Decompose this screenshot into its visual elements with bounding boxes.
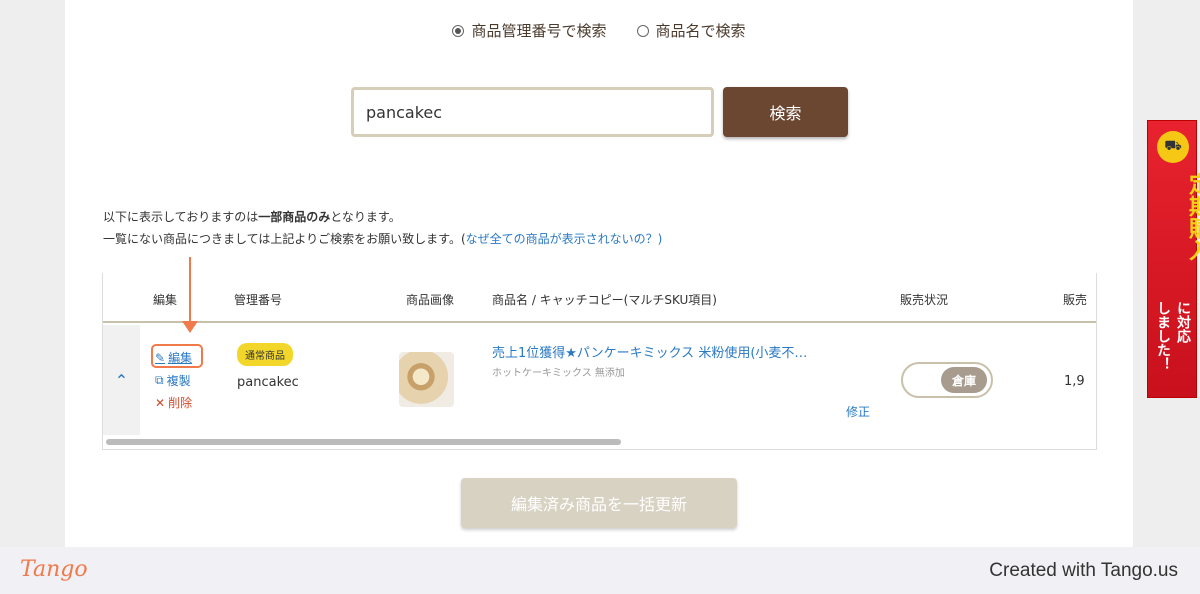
bulk-update-button[interactable]: 編集済み商品を一括更新 <box>461 478 737 528</box>
header-image: 商品画像 <box>406 293 455 307</box>
annotation-arrow-shaft <box>189 257 191 323</box>
notice-line-2: 一覧にない商品につきましては上記よりご検索をお願い致します。(なぜ全ての商品が表… <box>103 232 663 246</box>
radio-label-code: 商品管理番号で検索 <box>471 22 607 40</box>
product-thumbnail <box>399 352 454 407</box>
product-catchcopy: ホットケーキミックス 無添加 <box>492 368 625 379</box>
subscription-banner[interactable]: ⛟ 定期購入 に対応 しました！ <box>1147 120 1200 398</box>
sales-status-toggle[interactable]: 倉庫 <box>901 362 993 398</box>
edit-icon: ✎ <box>155 350 166 365</box>
chevron-up-icon: ⌃ <box>114 370 129 390</box>
expand-row-button[interactable]: ⌃ <box>103 325 140 435</box>
fix-link[interactable]: 修正 <box>846 403 870 420</box>
product-name-link[interactable]: 売上1位獲得★パンケーキミックス 米粉使用(小麦不… <box>492 342 807 361</box>
horizontal-scrollbar[interactable] <box>103 437 1096 447</box>
main-page: 商品管理番号で検索 商品名で検索 検索 以下に表示しておりますのは一部商品のみと… <box>65 0 1133 547</box>
product-type-badge: 通常商品 <box>237 343 293 366</box>
radio-unselected-icon <box>636 24 649 37</box>
search-button[interactable]: 検索 <box>723 87 848 137</box>
radio-search-by-code[interactable]: 商品管理番号で検索 <box>452 20 607 41</box>
banner-sub-text-2: しました！ <box>1155 301 1171 371</box>
header-code: 管理番号 <box>234 293 283 307</box>
annotation-arrow-icon <box>182 321 198 333</box>
header-price: 販売 <box>1063 293 1088 307</box>
edit-link[interactable]: ✎ 編集 <box>155 349 192 366</box>
scrollbar-thumb[interactable] <box>106 439 621 445</box>
table-row: ⌃ ✎ 編集 ⧉ 複製 ✕ 削除 通常商品 pancakec 売上1位獲得★パン… <box>103 325 1096 435</box>
delete-link[interactable]: ✕ 削除 <box>155 394 192 411</box>
radio-selected-icon <box>452 24 465 37</box>
banner-main-text: 定期購入 <box>1185 173 1200 261</box>
product-code: pancakec <box>237 375 299 390</box>
copy-link[interactable]: ⧉ 複製 <box>155 372 191 389</box>
copy-icon: ⧉ <box>155 373 164 387</box>
truck-icon: ⛟ <box>1157 131 1189 163</box>
toggle-knob-label: 倉庫 <box>941 367 987 393</box>
product-table: 編集 管理番号 商品画像 商品名 / キャッチコピー(マルチSKU項目) 販売状… <box>102 273 1097 450</box>
search-input[interactable] <box>351 87 714 137</box>
price-value: 1,9 <box>1064 374 1085 389</box>
created-with-text: Created with Tango.us <box>989 560 1178 581</box>
search-mode-radios: 商品管理番号で検索 商品名で検索 <box>65 20 1133 41</box>
why-not-all-link[interactable]: なぜ全ての商品が表示されないの？ <box>466 232 658 246</box>
footer: Tango Created with Tango.us <box>0 547 1200 594</box>
radio-label-name: 商品名で検索 <box>655 22 746 40</box>
tango-logo: Tango <box>20 557 88 582</box>
header-status: 販売状況 <box>900 293 949 307</box>
header-name: 商品名 / キャッチコピー(マルチSKU項目) <box>492 293 717 307</box>
notice-text: 以下に表示しておりますのは一部商品のみとなります。 一覧にない商品につきましては… <box>103 206 662 250</box>
header-edit: 編集 <box>153 293 178 307</box>
radio-search-by-name[interactable]: 商品名で検索 <box>636 20 746 41</box>
banner-sub-text-1: に対応 <box>1175 301 1191 343</box>
notice-line-1: 以下に表示しておりますのは一部商品のみとなります。 <box>103 210 401 224</box>
close-icon: ✕ <box>155 395 166 410</box>
table-header: 編集 管理番号 商品画像 商品名 / キャッチコピー(マルチSKU項目) 販売状… <box>103 273 1096 323</box>
